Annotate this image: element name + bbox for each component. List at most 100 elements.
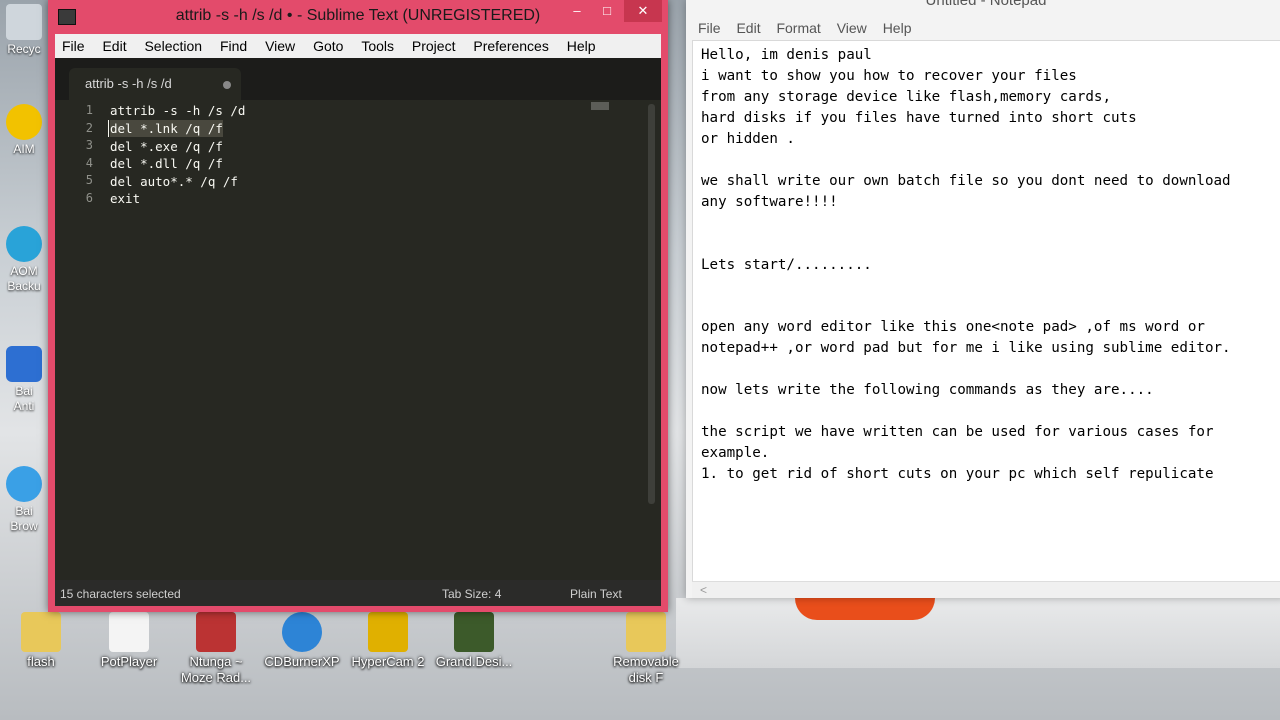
syntax-status[interactable]: Plain Text: [570, 587, 622, 601]
desktop-icon-aim[interactable]: AIM: [0, 104, 48, 157]
notepad-menubar: File Edit Format View Help: [692, 18, 1280, 40]
line-number: 3: [85, 138, 93, 152]
notepad-menu-edit[interactable]: Edit: [730, 18, 766, 38]
aim-icon: [6, 104, 42, 140]
menu-tools[interactable]: Tools: [354, 34, 401, 54]
tab-label: attrib -s -h /s /d: [85, 76, 172, 91]
desktop-icon-label: Ntunga ~ Moze Rad...: [180, 654, 252, 685]
sublime-statusbar: 15 characters selected Tab Size: 4 Plain…: [55, 580, 661, 606]
desktop-icon-ntunga[interactable]: Ntunga ~ Moze Rad...: [178, 612, 254, 686]
vertical-scrollbar[interactable]: [648, 104, 655, 504]
menu-goto[interactable]: Goto: [306, 34, 350, 54]
browser-icon: [6, 466, 42, 502]
shield-icon: [6, 346, 42, 382]
line-number: 4: [85, 155, 93, 170]
menu-view[interactable]: View: [258, 34, 302, 54]
recycle-bin-icon: [6, 4, 42, 40]
media-file-icon: [196, 612, 236, 652]
notepad-line: example.: [701, 445, 770, 461]
notepad-line: open any word editor like this one<note …: [701, 319, 1205, 335]
menu-file[interactable]: File: [55, 34, 92, 54]
desktop-icon-aomei-backupper[interactable]: AOM Backu: [0, 226, 48, 294]
folder-icon: [21, 612, 61, 652]
notepad-line: Lets start/.........: [701, 257, 872, 273]
notepad-title: Untitled - Notepad: [925, 0, 1047, 9]
desktop-icon-label: Removable disk F: [613, 654, 679, 685]
desktop-icon-label: CDBurnerXP: [264, 654, 340, 669]
code-line: exit: [110, 191, 141, 206]
desktop-icon-grand-design[interactable]: Grand.Desi...: [432, 612, 516, 670]
line-number: 5: [85, 173, 93, 187]
menu-edit[interactable]: Edit: [95, 34, 133, 54]
desktop-icon-baidu-browser[interactable]: Bai Brow: [0, 466, 48, 534]
notepad-line: Hello, im denis paul: [701, 47, 872, 63]
tab-attrib[interactable]: attrib -s -h /s /d: [69, 68, 241, 100]
notepad-menu-format[interactable]: Format: [770, 18, 826, 38]
line-number: 2: [85, 120, 93, 135]
desktop-icon-label: AIM: [13, 142, 35, 156]
sublime-editor[interactable]: 1 2 3 4 5 6 attrib -s -h /s /d del *.lnk…: [55, 100, 661, 580]
selection-status: 15 characters selected: [60, 587, 181, 601]
line-number: 1: [85, 103, 93, 117]
desktop-icon-label: HyperCam 2: [351, 654, 425, 669]
minimap[interactable]: [591, 102, 609, 110]
notepad-text-area[interactable]: Hello, im denis paul i want to show you …: [692, 40, 1280, 582]
notepad-line: or hidden .: [701, 131, 795, 147]
line-number-gutter: 1 2 3 4 5 6: [55, 102, 93, 207]
notepad-line: we shall write our own batch file so you…: [701, 173, 1231, 189]
notepad-horizontal-scrollbar[interactable]: <: [692, 581, 1280, 598]
desktop-icon-recycle-bin[interactable]: Recyc: [0, 4, 48, 57]
drive-icon: [626, 612, 666, 652]
menu-find[interactable]: Find: [213, 34, 254, 54]
desktop-icon-flash[interactable]: flash: [6, 612, 76, 670]
desktop-icon-potplayer[interactable]: PotPlayer: [94, 612, 164, 670]
backup-icon: [6, 226, 42, 262]
desktop-icon-label: Grand.Desi...: [435, 654, 513, 669]
menu-help[interactable]: Help: [560, 34, 603, 54]
desktop-icon-label: Bai Anti: [13, 384, 35, 413]
potplayer-icon: [109, 612, 149, 652]
code-area[interactable]: attrib -s -h /s /d del *.lnk /q /f del *…: [110, 102, 245, 208]
notepad-line: notepad++ ,or word pad but for me i like…: [701, 340, 1231, 356]
desktop-icon-baidu-antivirus[interactable]: Bai Anti: [0, 346, 48, 414]
unsaved-dot-icon[interactable]: [223, 81, 231, 89]
notepad-menu-help[interactable]: Help: [877, 18, 918, 38]
desktop-icon-label: PotPlayer: [100, 654, 158, 669]
notepad-line: from any storage device like flash,memor…: [701, 89, 1111, 105]
maximize-button[interactable]: □: [592, 0, 622, 22]
desktop-icon-label: Recyc: [7, 42, 41, 56]
desktop-icon-hypercam[interactable]: HyperCam 2: [348, 612, 428, 670]
sublime-window[interactable]: attrib -s -h /s /d • - Sublime Text (UNR…: [48, 0, 668, 612]
notepad-line: any software!!!!: [701, 194, 838, 210]
tab-size-status[interactable]: Tab Size: 4: [442, 587, 501, 601]
notepad-line: hard disks if you files have turned into…: [701, 110, 1137, 126]
sublime-menubar: File Edit Selection Find View Goto Tools…: [55, 34, 661, 58]
sublime-titlebar[interactable]: attrib -s -h /s /d • - Sublime Text (UNR…: [48, 0, 668, 34]
code-line: del *.exe /q /f: [110, 138, 223, 154]
desktop-icon-label: AOM Backu: [7, 264, 41, 293]
menu-preferences[interactable]: Preferences: [466, 34, 555, 54]
notepad-line: 1. to get rid of short cuts on your pc w…: [701, 466, 1214, 482]
code-line-selected: del *.lnk /q /f: [110, 119, 223, 137]
scroll-left-arrow-icon[interactable]: <: [700, 583, 707, 597]
menu-project[interactable]: Project: [405, 34, 463, 54]
notepad-line: now lets write the following commands as…: [701, 382, 1154, 398]
notepad-menu-view[interactable]: View: [831, 18, 873, 38]
notepad-window[interactable]: Untitled - Notepad File Edit Format View…: [686, 0, 1280, 598]
wallpaper-red-object: [795, 598, 935, 620]
cd-icon: [282, 612, 322, 652]
desktop-icon-label: flash: [27, 654, 55, 669]
menu-selection[interactable]: Selection: [137, 34, 209, 54]
wallpaper-table: [676, 598, 1280, 668]
code-line: del *.dll /q /f: [110, 156, 223, 171]
code-line: del auto*.* /q /f: [110, 173, 238, 189]
notepad-menu-file[interactable]: File: [692, 18, 727, 38]
notepad-line: the script we have written can be used f…: [701, 424, 1214, 440]
notepad-line: i want to show you how to recover your f…: [701, 68, 1077, 84]
desktop-icon-removable-disk[interactable]: Removable disk F: [610, 612, 682, 686]
desktop-icon-cdburnerxp[interactable]: CDBurnerXP: [262, 612, 342, 670]
close-button[interactable]: ✕: [624, 0, 662, 22]
minimize-button[interactable]: –: [562, 0, 592, 22]
sublime-tabbar: attrib -s -h /s /d: [55, 58, 661, 100]
code-line: attrib -s -h /s /d: [110, 103, 246, 118]
